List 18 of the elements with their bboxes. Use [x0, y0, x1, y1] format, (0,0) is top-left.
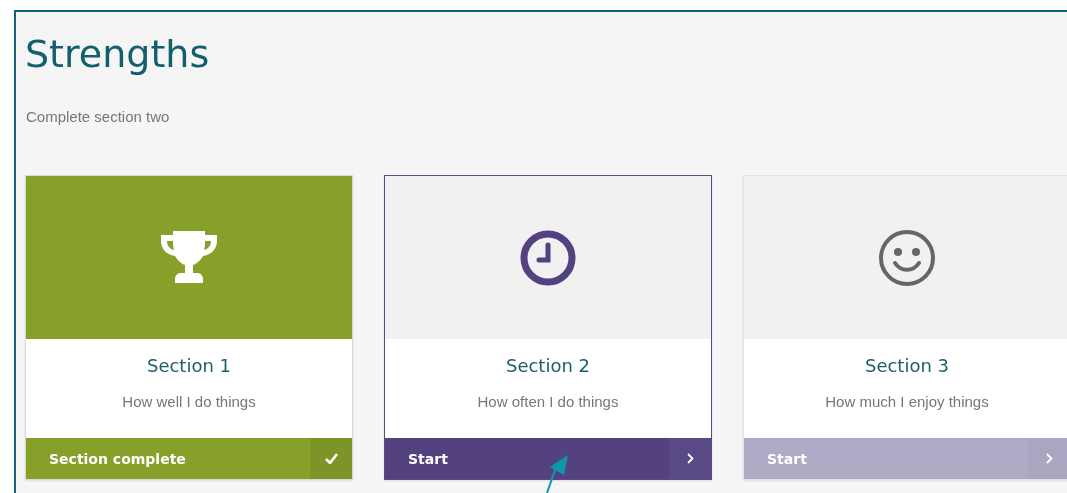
section-description: How much I enjoy things: [825, 393, 989, 410]
section-title: Section 1: [146, 355, 232, 376]
section-action-label: Start: [407, 449, 448, 469]
smiley-icon: [878, 228, 936, 287]
check-icon: [324, 453, 338, 464]
page-subtitle: Complete section two: [26, 108, 171, 125]
section-action-label: Section complete: [48, 449, 186, 469]
section-card[interactable]: Section 2 How often I do things Start: [384, 175, 712, 480]
section-action-label: Start: [766, 449, 807, 469]
section-description: How often I do things: [477, 393, 619, 410]
chevron-right-icon: [1045, 453, 1053, 464]
chevron-right-icon: [686, 453, 694, 464]
page-title: Strengths: [25, 34, 211, 74]
section-title: Section 2: [505, 355, 591, 376]
section-card[interactable]: Section 1 How well I do things Section complete: [25, 175, 353, 480]
section-title: Section 3: [864, 355, 950, 376]
clock-icon: [519, 228, 577, 287]
section-description: How well I do things: [122, 393, 256, 410]
